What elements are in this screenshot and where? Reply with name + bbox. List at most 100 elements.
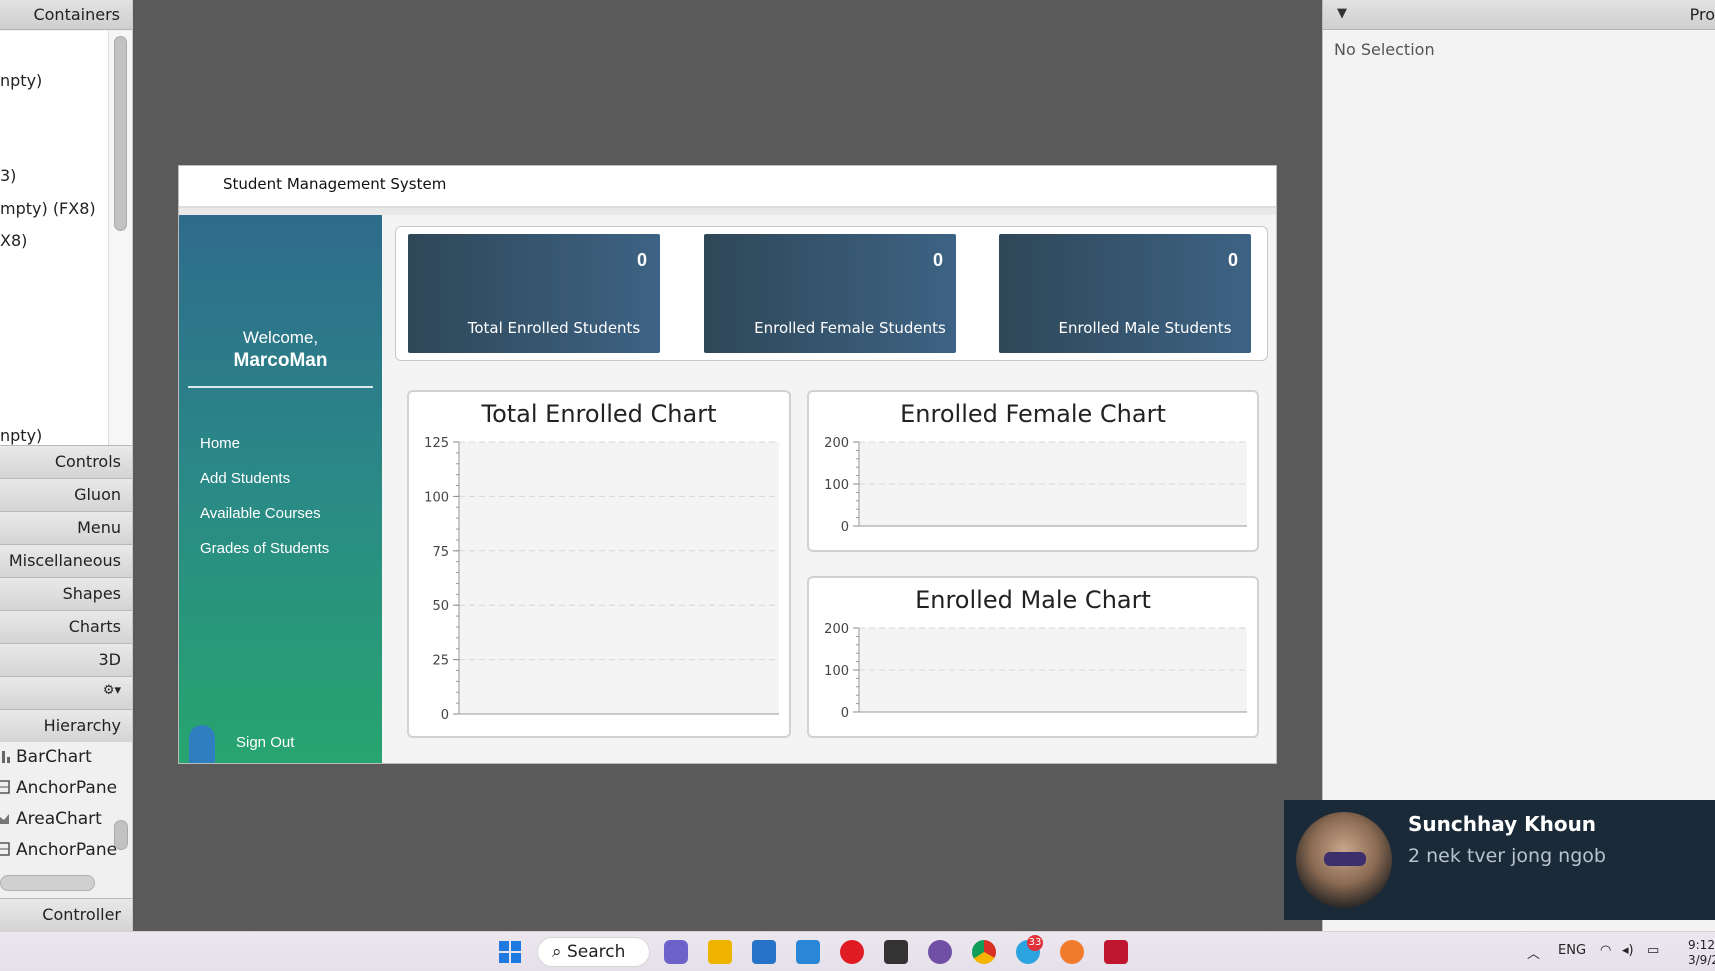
stat-label: Enrolled Male Students <box>1058 319 1232 337</box>
hierarchy-item-barchart[interactable]: BarChart <box>0 747 92 767</box>
chat-icon[interactable] <box>664 940 688 964</box>
nav-home-button[interactable]: Home <box>200 435 240 452</box>
library-panel: Containers npty) 3) mpty) (FX8) X8) npty… <box>0 0 133 931</box>
hierarchy-item-anchorpane[interactable]: AnchorPane <box>0 778 117 798</box>
controller-header[interactable]: Controller <box>0 898 132 931</box>
wifi-icon[interactable]: ◠ <box>1600 943 1611 958</box>
username: MarcoMan <box>233 350 328 371</box>
hierarchy-item-label: AreaChart <box>16 809 102 829</box>
list-item[interactable]: mpty) (FX8) <box>0 199 96 218</box>
sidebar-divider <box>188 386 373 388</box>
stat-label: Enrolled Female Students <box>754 319 946 337</box>
hierarchy-item-label: AnchorPane <box>16 778 118 798</box>
chrome-icon[interactable] <box>972 940 996 964</box>
containers-scrollbar[interactable] <box>108 31 132 446</box>
vscode-icon[interactable] <box>796 940 820 964</box>
tray-chevron-icon[interactable]: ︿ <box>1527 943 1540 962</box>
list-item[interactable]: 3) <box>0 166 16 185</box>
nav-available-courses-button[interactable]: Available Courses <box>200 505 321 522</box>
section-charts[interactable]: Charts <box>0 610 132 643</box>
terminal-icon[interactable] <box>884 940 908 964</box>
section-3d[interactable]: 3D <box>0 643 132 676</box>
app-titlebar[interactable]: Student Management System <box>179 166 1276 208</box>
y-tick-label: 0 <box>841 520 849 535</box>
mail-icon[interactable] <box>752 940 776 964</box>
list-item[interactable]: npty) <box>0 426 42 445</box>
hierarchy-header[interactable]: Hierarchy <box>0 709 132 742</box>
stat-value: 0 <box>1227 250 1238 270</box>
hierarchy-item-anchorpane[interactable]: AnchorPane <box>0 840 117 860</box>
y-tick-label: 200 <box>824 436 849 451</box>
search-icon: ⌕ <box>552 942 567 962</box>
anchor-pane-icon <box>0 842 10 856</box>
y-tick-label: 100 <box>424 490 449 505</box>
section-shapes[interactable]: Shapes <box>0 577 132 610</box>
stat-card-total: 0 Total Enrolled Students <box>408 234 660 353</box>
y-tick-label: 100 <box>824 478 849 493</box>
battery-icon[interactable]: ▭ <box>1647 943 1659 958</box>
gear-menu-icon[interactable]: ⚙▾ <box>0 676 132 709</box>
y-tick-label: 0 <box>441 708 449 723</box>
hierarchy-item-areachart[interactable]: AreaChart <box>0 809 102 829</box>
taskbar: ⌕ Search 33 ︿ ENG ◠ ◂) ▭ 9:12 I 3/9/20 <box>0 931 1715 971</box>
bar-chart-icon <box>2 751 10 763</box>
list-item[interactable]: X8) <box>0 231 27 250</box>
properties-header[interactable]: ▼ Pro <box>1323 0 1715 30</box>
intellij-icon[interactable] <box>1104 940 1128 964</box>
opera-icon[interactable] <box>840 940 864 964</box>
sign-out-button[interactable]: Sign Out <box>236 734 294 751</box>
stat-cards-panel: 0 Total Enrolled Students 0 Enrolled Fem… <box>395 226 1268 361</box>
area-chart-icon <box>0 814 9 824</box>
y-tick-label: 200 <box>824 622 849 637</box>
plot-area <box>459 442 779 714</box>
y-tick-label: 25 <box>432 654 449 669</box>
stat-label: Total Enrolled Students <box>467 319 641 337</box>
hierarchy-item-label: BarChart <box>16 747 92 767</box>
windows-start-icon[interactable] <box>498 940 522 964</box>
scene-builder-icon[interactable] <box>1060 940 1084 964</box>
section-controls[interactable]: Controls <box>0 445 132 478</box>
sign-out-icon[interactable] <box>189 725 215 763</box>
avatar <box>1296 812 1392 908</box>
nav-add-students-button[interactable]: Add Students <box>200 470 290 487</box>
y-tick-label: 125 <box>424 436 449 451</box>
scrollbar-thumb[interactable] <box>114 36 127 231</box>
containers-header[interactable]: Containers <box>0 0 132 30</box>
hierarchy-hscrollbar[interactable] <box>0 875 95 891</box>
notification-toast[interactable]: Sunchhay Khoun 2 nek tver jong ngob <box>1284 800 1715 920</box>
toast-sender: Sunchhay Khoun <box>1408 812 1597 836</box>
collapse-triangle-icon[interactable]: ▼ <box>1337 6 1347 21</box>
avatar-glasses <box>1324 852 1366 866</box>
stat-card-female: 0 Enrolled Female Students <box>704 234 956 353</box>
volume-icon[interactable]: ◂) <box>1622 943 1634 958</box>
section-miscellaneous[interactable]: Miscellaneous <box>0 544 132 577</box>
app-title: Student Management System <box>223 175 447 193</box>
properties-title: Pro <box>1689 5 1715 24</box>
y-tick-label: 100 <box>824 664 849 679</box>
stat-value: 0 <box>932 250 943 270</box>
list-item[interactable]: npty) <box>0 71 42 90</box>
stat-value: 0 <box>636 250 647 270</box>
clock-date: 3/9/20 <box>1688 953 1715 967</box>
chart-plot: 0 100 200 <box>824 436 1247 535</box>
chart-plot: 0 100 200 <box>824 622 1247 721</box>
taskbar-search-button[interactable]: ⌕ Search <box>537 937 650 967</box>
telegram-badge: 33 <box>1027 935 1043 951</box>
hierarchy-scrollbar-thumb[interactable] <box>114 820 128 850</box>
stat-card-male: 0 Enrolled Male Students <box>999 234 1251 353</box>
dashboard-content: 0 Total Enrolled Students 0 Enrolled Fem… <box>382 215 1276 763</box>
language-indicator[interactable]: ENG <box>1558 943 1586 958</box>
github-icon[interactable] <box>928 940 952 964</box>
clock[interactable]: 9:12 I 3/9/20 <box>1688 938 1715 968</box>
nav-grades-button[interactable]: Grades of Students <box>200 540 329 557</box>
containers-list[interactable]: npty) 3) mpty) (FX8) X8) npty) <box>0 31 109 446</box>
app-window: Student Management System Welcome, Marco… <box>178 165 1277 764</box>
y-tick-label: 50 <box>432 599 449 614</box>
section-gluon[interactable]: Gluon <box>0 478 132 511</box>
clock-time: 9:12 I <box>1688 938 1715 952</box>
section-menu[interactable]: Menu <box>0 511 132 544</box>
y-tick-label: 75 <box>432 545 449 560</box>
file-explorer-icon[interactable] <box>708 940 732 964</box>
properties-panel: ▼ Pro No Selection <box>1322 0 1715 931</box>
female-enrolled-chart: Enrolled Female Chart 0 100 200 <box>807 390 1259 552</box>
